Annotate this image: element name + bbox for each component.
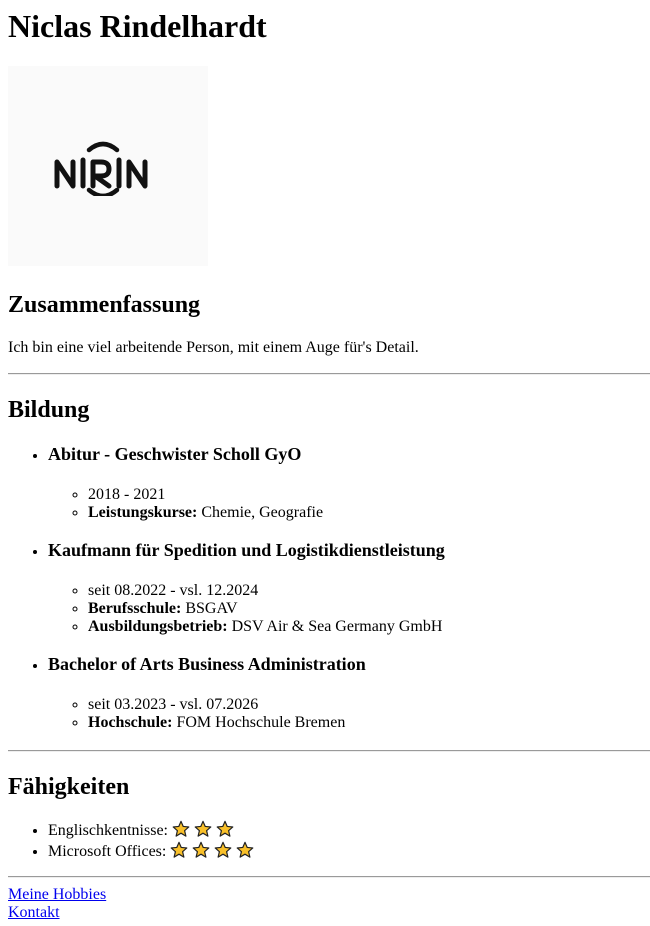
skills-list: Englischkentnisse: Microsoft Offices: [8, 820, 650, 862]
logo-image [8, 66, 208, 266]
star-icon [214, 841, 232, 859]
education-item-title: Kaufmann für Spedition und Logistikdiens… [48, 540, 445, 560]
education-list: Abitur - Geschwister Scholl GyO 2018 - 2… [8, 444, 650, 732]
detail-value: DSV Air & Sea Germany GmbH [227, 618, 443, 635]
education-details: seit 03.2023 - vsl. 07.2026 Hochschule: … [48, 696, 650, 732]
divider [8, 750, 650, 752]
detail-value: 2018 - 2021 [88, 486, 166, 503]
education-details: 2018 - 2021 Leistungskurse: Chemie, Geog… [48, 486, 650, 522]
education-detail: 2018 - 2021 [88, 486, 650, 504]
detail-value: seit 08.2022 - vsl. 12.2024 [88, 582, 259, 599]
detail-label: Hochschule: [88, 714, 173, 731]
skill-item: Microsoft Offices: [48, 841, 650, 862]
star-icon [172, 820, 190, 838]
summary-heading: Zusammenfassung [8, 292, 201, 318]
education-detail: Leistungskurse: Chemie, Geografie [88, 504, 650, 522]
detail-value: FOM Hochschule Bremen [172, 714, 346, 731]
detail-label: Leistungskurse: [88, 504, 198, 521]
summary-text: Ich bin eine viel arbeitende Person, mit… [8, 339, 419, 356]
page-title: Niclas Rindelhardt [8, 8, 267, 44]
detail-label: Ausbildungsbetrieb: [88, 618, 228, 635]
education-item-title: Abitur - Geschwister Scholl GyO [48, 444, 302, 464]
star-icon [236, 841, 254, 859]
detail-value: Chemie, Geografie [197, 504, 324, 521]
star-icon [192, 841, 210, 859]
education-item-title: Bachelor of Arts Business Administration [48, 654, 366, 674]
divider [8, 373, 650, 375]
education-item: Abitur - Geschwister Scholl GyO 2018 - 2… [48, 444, 650, 522]
star-rating [170, 841, 258, 865]
education-detail: Hochschule: FOM Hochschule Bremen [88, 714, 650, 732]
education-detail: Berufsschule: BSGAV [88, 600, 650, 618]
education-heading: Bildung [8, 397, 90, 423]
skill-label: Englischkentnisse: [48, 822, 172, 839]
page: Niclas Rindelhardt Zusammenfassung Ich b… [0, 0, 650, 922]
skill-label: Microsoft Offices: [48, 843, 171, 860]
divider [8, 876, 650, 878]
education-detail: seit 03.2023 - vsl. 07.2026 [88, 696, 650, 714]
footer-links: Meine Hobbies Kontakt [8, 886, 650, 922]
hobbies-link[interactable]: Meine Hobbies [8, 886, 650, 904]
education-item: Kaufmann für Spedition und Logistikdiens… [48, 540, 650, 636]
detail-value: seit 03.2023 - vsl. 07.2026 [88, 696, 259, 713]
detail-value: BSGAV [181, 600, 238, 617]
star-icon [216, 820, 234, 838]
contact-link[interactable]: Kontakt [8, 904, 650, 922]
skill-item: Englischkentnisse: [48, 820, 650, 841]
education-detail: Ausbildungsbetrieb: DSV Air & Sea German… [88, 618, 650, 636]
education-item: Bachelor of Arts Business Administration… [48, 654, 650, 732]
star-icon [170, 841, 188, 859]
star-icon [194, 820, 212, 838]
education-details: seit 08.2022 - vsl. 12.2024 Berufsschule… [48, 582, 650, 636]
education-detail: seit 08.2022 - vsl. 12.2024 [88, 582, 650, 600]
skills-heading: Fähigkeiten [8, 774, 130, 800]
nirin-logo-icon [54, 141, 148, 196]
detail-label: Berufsschule: [88, 600, 182, 617]
